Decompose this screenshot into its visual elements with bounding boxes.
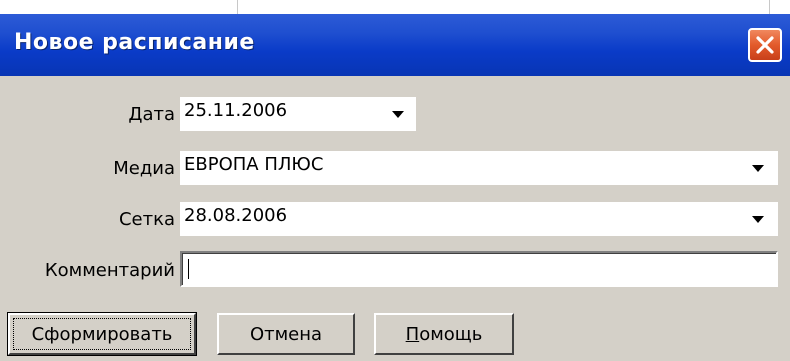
title-bar[interactable]: Новое расписание: [0, 14, 790, 76]
chevron-down-icon[interactable]: [752, 165, 764, 172]
comment-label: Комментарий: [44, 260, 175, 281]
divider: [769, 0, 770, 14]
media-value: ЕВРОПА ПЛЮС: [184, 154, 324, 175]
divider: [237, 0, 238, 14]
close-icon: [755, 35, 775, 55]
dialog-window: Новое расписание Дата 25.11.2006 Медиа Е…: [0, 14, 790, 361]
help-label-rest: омощь: [419, 323, 483, 345]
date-picker[interactable]: 25.11.2006: [180, 97, 416, 131]
comment-input[interactable]: [180, 251, 778, 287]
close-button[interactable]: [748, 28, 782, 62]
help-accelerator: П: [405, 323, 420, 345]
chevron-down-icon[interactable]: [752, 216, 764, 223]
chevron-down-icon[interactable]: [392, 111, 404, 118]
cancel-button-label: Отмена: [249, 323, 323, 345]
date-label: Дата: [128, 104, 175, 125]
date-value: 25.11.2006: [184, 100, 288, 121]
media-label: Медиа: [113, 158, 175, 179]
generate-button[interactable]: Сформировать: [7, 312, 197, 356]
help-button-label: Помощь: [406, 324, 483, 345]
dialog-title: Новое расписание: [14, 30, 255, 55]
grid-label: Сетка: [118, 209, 175, 230]
media-select[interactable]: ЕВРОПА ПЛЮС: [180, 151, 778, 185]
generate-button-label: Сформировать: [31, 323, 173, 345]
grid-value: 28.08.2006: [184, 205, 288, 226]
text-cursor: [188, 259, 189, 279]
cancel-button[interactable]: Отмена: [217, 313, 355, 355]
grid-select[interactable]: 28.08.2006: [180, 202, 778, 236]
help-button[interactable]: Помощь: [374, 313, 514, 355]
background-strip: [0, 0, 790, 14]
